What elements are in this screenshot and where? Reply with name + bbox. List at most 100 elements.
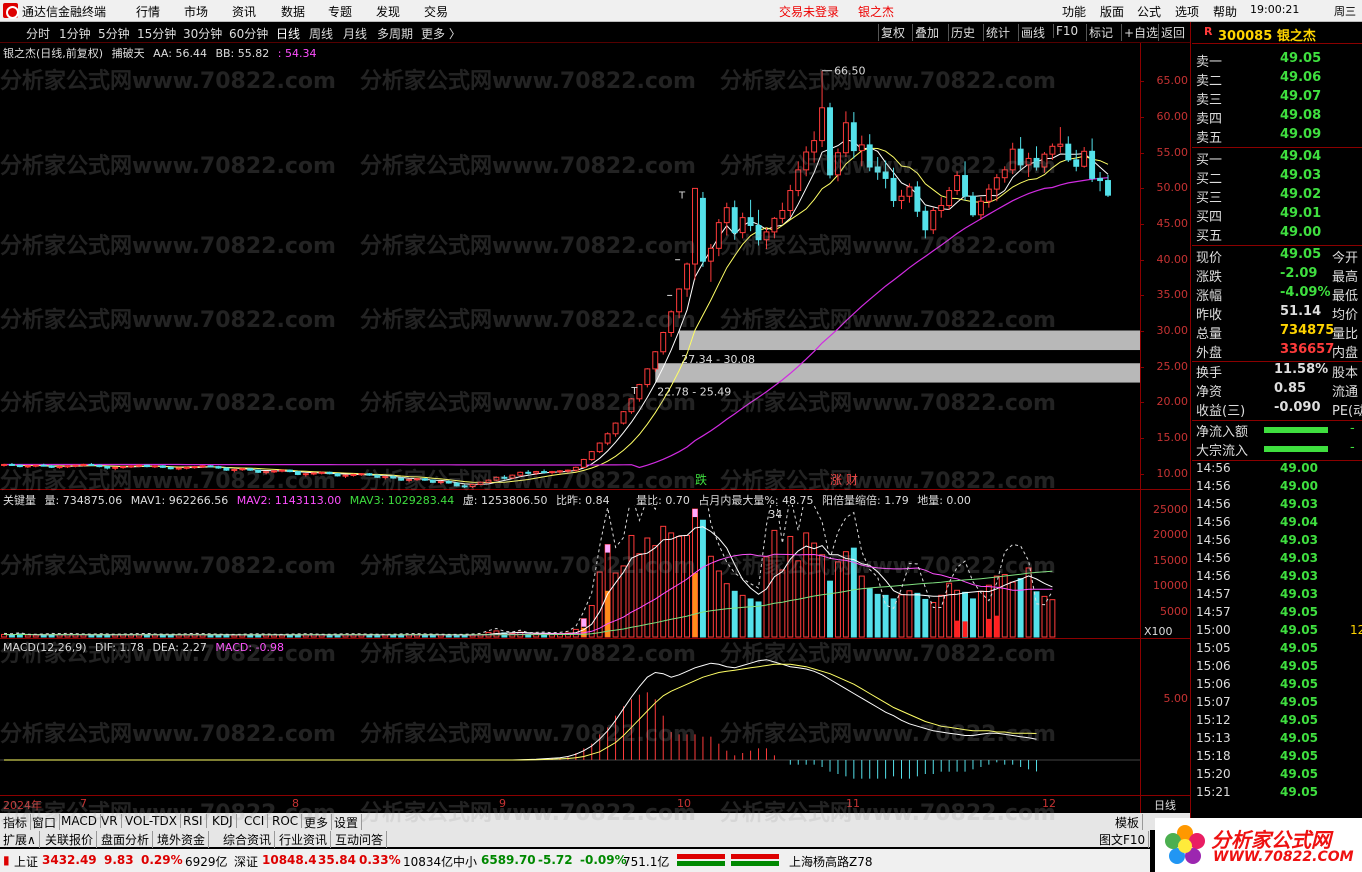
macd-title[interactable]: MACD(12,26,9) bbox=[3, 641, 87, 654]
candle-up bbox=[906, 186, 913, 197]
price-axis-tick: 45.00 bbox=[1156, 217, 1189, 231]
candle-down bbox=[461, 485, 468, 488]
extension-tab[interactable]: 综合资讯 bbox=[220, 831, 276, 848]
indicator-tab[interactable]: ROC bbox=[269, 814, 303, 828]
trade-row: 14:57 49.05 bbox=[1192, 605, 1362, 623]
volume-chart[interactable]: 34 bbox=[0, 505, 1140, 638]
btn-fuquan[interactable]: 复权 bbox=[878, 24, 907, 41]
time-axis-period[interactable]: 日线 bbox=[1154, 797, 1176, 813]
bid-label: 买五 bbox=[1196, 229, 1223, 244]
candle-up bbox=[469, 483, 476, 488]
candle-down bbox=[850, 122, 857, 152]
stat2-label: 收益(三) bbox=[1196, 404, 1246, 419]
btn-tongji[interactable]: 统计 bbox=[983, 24, 1012, 41]
indicator-tab[interactable]: RSI bbox=[180, 814, 207, 828]
extension-tab[interactable]: 互动问答 bbox=[332, 831, 388, 848]
stat2-label: 净资 bbox=[1196, 385, 1223, 400]
period-fenshi[interactable]: 分时 bbox=[26, 25, 50, 42]
extension-tab[interactable]: 行业资讯 bbox=[276, 831, 332, 848]
extension-tab[interactable]: 盘面分析 bbox=[98, 831, 154, 848]
btn-add-favorite[interactable]: +自选 bbox=[1121, 24, 1160, 41]
menu-banmian[interactable]: 版面 bbox=[1100, 3, 1124, 20]
volume-bar bbox=[787, 535, 794, 638]
volume-axis-tick: 25000 bbox=[1153, 503, 1188, 517]
volume-bar bbox=[223, 634, 230, 638]
menu-gongshi[interactable]: 公式 bbox=[1137, 3, 1161, 20]
time-axis-year: 2024年 bbox=[3, 799, 42, 812]
menu-shichang[interactable]: 市场 bbox=[184, 3, 208, 20]
trade-time: 14:56 bbox=[1196, 551, 1231, 565]
candle-down bbox=[294, 471, 301, 475]
indicator-tab[interactable]: 设置 bbox=[331, 814, 363, 831]
period-multi[interactable]: 多周期 bbox=[377, 25, 413, 42]
menu-zhuanti[interactable]: 专题 bbox=[328, 3, 352, 20]
sz-label[interactable]: 深证 bbox=[234, 853, 258, 870]
btn-lishi[interactable]: 历史 bbox=[948, 24, 977, 41]
extension-tab[interactable]: 关联报价 bbox=[42, 831, 98, 848]
dif-line bbox=[4, 659, 1037, 761]
macd-chart[interactable] bbox=[0, 655, 1140, 795]
extension-tab[interactable]: 境外资金 bbox=[154, 831, 210, 848]
login-status[interactable]: 交易未登录 bbox=[779, 3, 839, 20]
period-weekly[interactable]: 周线 bbox=[309, 25, 333, 42]
btn-biaoji[interactable]: 标记 bbox=[1086, 24, 1115, 41]
support-zone-1 bbox=[679, 330, 1140, 351]
period-5min[interactable]: 5分钟 bbox=[98, 25, 130, 42]
template-tab[interactable]: 模板 bbox=[1112, 814, 1144, 831]
btn-diejia[interactable]: 叠加 bbox=[912, 24, 941, 41]
menu-jiaoyi[interactable]: 交易 bbox=[424, 3, 448, 20]
indicator-tabs: 指标 窗口 MACD VR VOL-TDX RSI KDJ CCI ROC 更多 设置 模板 bbox=[0, 813, 1190, 831]
bid-price: 49.00 bbox=[1280, 225, 1322, 240]
period-15min[interactable]: 15分钟 bbox=[137, 25, 176, 42]
indicator-tab[interactable]: VOL-TDX bbox=[122, 814, 181, 828]
sz-pct: 0.33% bbox=[359, 853, 401, 867]
indicator-tab[interactable]: VR bbox=[98, 814, 122, 828]
price-axis-tickmark bbox=[1140, 438, 1144, 440]
main-chart-info: 银之杰(日线,前复权) 捕破天 AA: 56.44 BB: 55.82 : 54… bbox=[3, 45, 321, 61]
indicator-tab[interactable]: CCI bbox=[241, 814, 269, 828]
menu-zixun[interactable]: 资讯 bbox=[232, 3, 256, 20]
sh-label[interactable]: 上证 bbox=[14, 853, 38, 870]
price-axis-tickmark bbox=[1140, 259, 1144, 261]
menu-shuju[interactable]: 数据 bbox=[281, 3, 305, 20]
trade-row: 14:56 49.03 bbox=[1192, 497, 1362, 515]
zx-label[interactable]: 中小 bbox=[453, 853, 477, 870]
price-axis-tickmark bbox=[1140, 331, 1144, 333]
menu-hangqing[interactable]: 行情 bbox=[136, 3, 160, 20]
indicator-tab[interactable]: MACD bbox=[58, 814, 101, 828]
candle-up bbox=[668, 311, 675, 333]
candle-up bbox=[24, 465, 31, 468]
period-60min[interactable]: 60分钟 bbox=[229, 25, 268, 42]
period-30min[interactable]: 30分钟 bbox=[183, 25, 222, 42]
candle-down bbox=[731, 207, 738, 234]
volume-red-bar bbox=[986, 618, 992, 637]
f10-tab[interactable]: 图文F10 bbox=[1096, 831, 1150, 848]
indicator-name[interactable]: 捕破天 bbox=[112, 47, 145, 60]
indicator-tab[interactable]: 窗口 bbox=[29, 814, 61, 831]
menu-faxian[interactable]: 发现 bbox=[376, 3, 400, 20]
indicator-tab[interactable]: 更多 bbox=[301, 814, 333, 831]
extension-tab[interactable]: 扩展∧ bbox=[0, 831, 40, 848]
candle-up bbox=[112, 466, 119, 469]
stat2-value: 11.58% bbox=[1274, 362, 1329, 377]
period-1min[interactable]: 1分钟 bbox=[59, 25, 91, 42]
period-daily[interactable]: 日线 bbox=[276, 25, 300, 42]
indicator-tab[interactable]: 指标 bbox=[0, 814, 32, 831]
period-monthly[interactable]: 月线 bbox=[343, 25, 367, 42]
market-breadth-icon bbox=[677, 852, 781, 871]
menu-bangzhu[interactable]: 帮助 bbox=[1213, 3, 1237, 20]
menu-gongneng[interactable]: 功能 bbox=[1062, 3, 1086, 20]
trade-time: 15:07 bbox=[1196, 695, 1231, 709]
btn-f10[interactable]: F10 bbox=[1053, 24, 1080, 38]
menu-xuanxiang[interactable]: 选项 bbox=[1175, 3, 1199, 20]
indicator-tab[interactable]: KDJ bbox=[209, 814, 237, 828]
price-axis-tickmark bbox=[1140, 295, 1144, 297]
candlestick-chart[interactable]: 27.34 - 30.0822.78 - 25.4966.50←7.74TT跌涨… bbox=[0, 60, 1140, 488]
candle-up bbox=[580, 458, 587, 468]
volume-bar bbox=[628, 534, 635, 638]
server-name[interactable]: 上海杨高路Z78 bbox=[789, 853, 873, 870]
btn-huaxian[interactable]: 画线 bbox=[1018, 24, 1047, 41]
time-axis-aug: 8 bbox=[292, 797, 299, 810]
btn-back[interactable]: 返回 bbox=[1158, 24, 1187, 41]
period-more[interactable]: 更多 〉 bbox=[421, 25, 461, 42]
